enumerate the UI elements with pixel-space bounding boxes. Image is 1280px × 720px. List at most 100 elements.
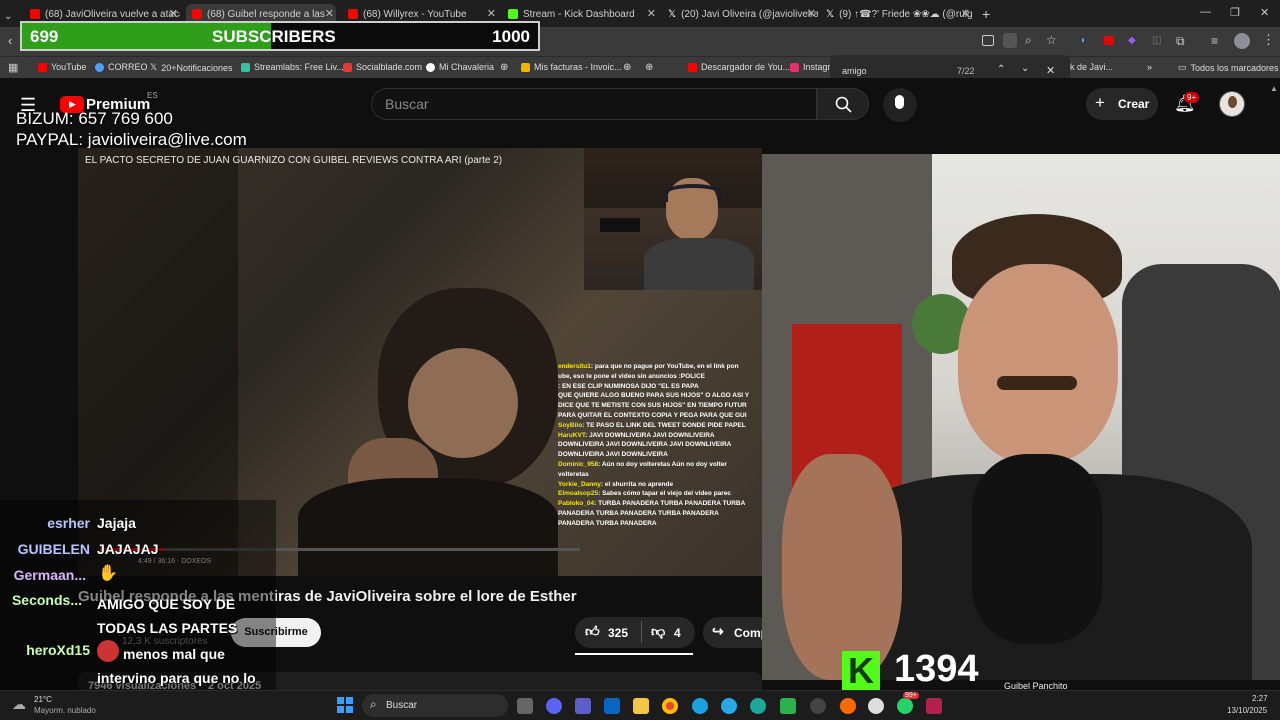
app-icon[interactable] [810,698,826,714]
close-tab-icon[interactable]: ✕ [647,7,656,20]
bookmark-facturas[interactable]: Mis facturas - Invoic... [521,62,622,72]
profile-avatar[interactable] [1234,33,1250,49]
windows-taskbar: ☁ 21°C Mayorm. nublado ⌕ Buscar 99+ 2:27… [0,690,1280,720]
weather-temp[interactable]: 21°C [34,695,52,704]
app-icon[interactable] [926,698,942,714]
bookmark-correo[interactable]: CORREO [95,62,148,72]
restore-icon[interactable]: ❐ [1230,6,1240,19]
bookmark-socialblade[interactable]: Socialblade.com [343,62,422,72]
search-button[interactable] [817,88,869,120]
zoom-icon[interactable]: ⌕ [1025,33,1032,48]
bookmark-star-icon[interactable]: ☆ [1046,33,1057,47]
app-icon[interactable] [750,698,766,714]
tab-search-dropdown-icon[interactable]: ⌄ [4,6,18,26]
close-tab-icon[interactable]: ✕ [961,7,970,20]
bookmark-descargador[interactable]: Descargador de You... [688,62,790,72]
extension-icon[interactable]: ◗ [1080,35,1086,46]
extension-icon[interactable] [1104,36,1114,45]
tab-label: (20) Javi Oliveira (@javioliveira) [681,8,818,20]
extension-icon[interactable]: ◫ [1152,35,1161,46]
bookmark-javi[interactable]: k de Javi... [1070,62,1113,72]
extension-icon[interactable]: ◆ [1128,35,1136,46]
media-control-icon[interactable]: ≡ [1211,34,1218,48]
clip-chat-line: DICE QUE TE METISTE CON SUS HIJOS" EN TI… [558,401,762,411]
app-icon[interactable] [780,698,796,714]
clip-chat-line: Yorkie_Danny: el shurrita no aprende [558,480,762,490]
clip-chat-message: DICE QUE TE METISTE CON SUS HIJOS" EN TI… [558,402,747,410]
find-query[interactable]: amigo [842,66,867,76]
bookmark-streamlabs[interactable]: Streamlabs: Free Liv... [241,62,344,72]
thumbs-down-icon[interactable]: 👎︎ [651,623,665,640]
close-tab-icon[interactable]: ✕ [807,7,816,20]
x-icon: 𝕏 [150,62,158,72]
obs-icon[interactable] [868,698,884,714]
bizum-text: BIZUM: 657 769 600 [16,109,173,128]
close-tab-icon[interactable]: ✕ [487,7,496,20]
discord-icon[interactable] [546,698,562,714]
menu-kebab-icon[interactable]: ⋮ [1262,32,1275,48]
teams-icon[interactable] [575,698,591,714]
kick-logo-icon: K [842,650,880,691]
account-avatar[interactable] [1219,91,1245,117]
bookmark-chavaleria[interactable]: Mi Chavaleria [426,62,494,72]
extensions-puzzle-icon[interactable]: ⧉ [1176,34,1185,49]
streamer-webcam [762,154,1280,680]
find-previous-icon[interactable]: ⌃ [997,64,1005,75]
apps-grid-icon[interactable]: ▦ [8,61,18,74]
share-button[interactable]: ↪ Compartir [703,617,762,648]
whatsapp-badge: 99+ [903,692,919,699]
new-tab-button[interactable]: + [982,4,996,24]
like-ratio-bar [575,653,693,655]
windows-start-icon[interactable] [337,697,353,713]
bookmark-notifications[interactable]: 𝕏 20+Notificaciones [150,62,233,73]
whatsapp-icon[interactable] [897,698,913,714]
dislike-count[interactable]: 4 [674,626,681,640]
edge-icon[interactable] [692,698,708,714]
bookmark-globe[interactable]: ⊕ [500,62,508,73]
bookmark-instagram[interactable]: Instagra [790,62,836,72]
close-tab-icon[interactable]: ✕ [325,7,334,20]
weather-desc[interactable]: Mayorm. nublado [34,706,96,715]
app-icon[interactable] [840,698,856,714]
bookmark-globe[interactable]: ⊕ [645,62,653,73]
bookmark-label: Descargador de You... [701,62,791,72]
more-bookmarks-button[interactable]: » [1147,62,1152,72]
install-app-icon[interactable] [982,35,994,46]
clock-time[interactable]: 2:27 [1252,694,1268,703]
like-count[interactable]: 325 [608,626,628,640]
clip-chat-username: SoyBilo [558,421,583,429]
clip-chat-username: Pabloko_04 [558,500,595,508]
youtube-favicon-icon [30,9,40,19]
browser-tab[interactable]: 𝕏 (9) ↑☎?' Friede ❀❀☁ (@rulg ✕ [826,4,972,24]
bookmark-label: Todos los marcadores [1190,62,1279,73]
clip-chat-line: volteretas [558,470,762,480]
outlook-icon[interactable] [604,698,620,714]
youtube-search-input[interactable]: Buscar [371,88,817,120]
chat-username: Seconds... [11,592,82,608]
chrome-icon[interactable] [662,698,678,714]
task-view-icon[interactable] [517,698,533,714]
browser-tab[interactable]: 𝕏 (20) Javi Oliveira (@javioliveira) ✕ [668,4,818,24]
create-button[interactable]: + Crear [1086,88,1158,120]
bookmark-youtube[interactable]: YouTube [38,62,86,72]
back-icon[interactable]: ‹ [8,33,12,48]
telegram-icon[interactable] [721,698,737,714]
clock-date[interactable]: 13/10/2025 [1227,706,1267,715]
close-window-icon[interactable]: ✕ [1260,6,1269,19]
close-tab-icon[interactable]: ✕ [169,7,178,20]
clip-chat-username: endersitu1 [558,363,591,370]
clip-chat-line: HaruKVT: JAVI DOWNLIVEIRA JAVI DOWNLIVEI… [558,431,762,441]
clip-chat-username: HaruKVT [558,431,586,439]
weather-icon[interactable]: ☁ [12,696,26,713]
reader-mode-icon[interactable] [1003,33,1017,48]
find-next-icon[interactable]: ⌄ [1021,63,1029,74]
file-explorer-icon[interactable] [633,698,649,714]
voice-search-button[interactable] [883,88,917,122]
all-bookmarks-folder[interactable]: ▭ Todos los marcadores [1178,62,1279,73]
taskbar-search[interactable]: ⌕ Buscar [362,694,508,717]
scroll-up-icon[interactable]: ▲ [1270,84,1278,93]
find-close-icon[interactable]: ✕ [1046,64,1055,77]
minimize-icon[interactable]: — [1200,6,1211,18]
bookmark-globe[interactable]: ⊕ [623,62,631,73]
thumbs-up-icon[interactable]: 👍︎ [585,623,600,640]
